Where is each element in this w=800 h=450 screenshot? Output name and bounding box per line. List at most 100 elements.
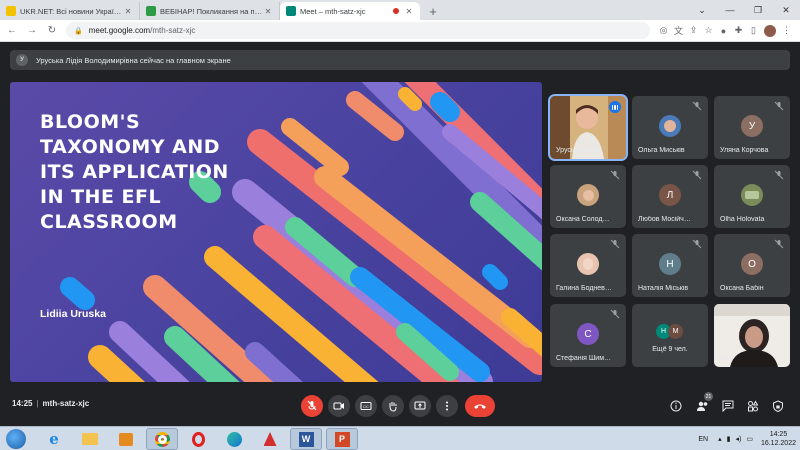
translate-icon[interactable]: 文 (671, 24, 686, 37)
present-screen-icon (414, 401, 426, 410)
svg-text:CC: CC (363, 404, 369, 409)
slide-title: BLOOM'S TAXONOMY AND ITS APPLICATION IN … (40, 111, 229, 233)
close-icon[interactable]: ✕ (263, 7, 273, 16)
more-participants-tile[interactable]: Н М Ещё 9 чел. (632, 304, 708, 367)
participant-tile[interactable]: Л Любов Мосійч… (632, 165, 708, 228)
os-taskbar: e W P EN ▴ ▮ ◂) ▭ 14:25 16.12.2022 (0, 426, 800, 450)
internet-explorer-icon[interactable]: e (38, 428, 70, 450)
participant-avatar: С (577, 323, 599, 345)
file-explorer-icon[interactable] (74, 428, 106, 450)
forward-arrow-icon[interactable]: → (24, 25, 40, 36)
pdf-reader-icon[interactable] (254, 428, 286, 450)
slide-author: Lidiia Uruska (40, 308, 106, 320)
captions-button[interactable]: CC (355, 395, 377, 417)
participant-name: Уляна Корчова (720, 147, 769, 154)
more-menu-icon[interactable]: ⋮ (779, 25, 794, 36)
participant-avatar: Л (659, 184, 681, 206)
edge-icon[interactable] (218, 428, 250, 450)
mic-off-icon (692, 101, 702, 111)
camera-toggle-button[interactable] (328, 395, 350, 417)
close-icon[interactable]: ✕ (404, 7, 414, 16)
media-player-icon[interactable] (110, 428, 142, 450)
participant-tile[interactable]: О Оксана Бабін (714, 234, 790, 297)
participant-name: Наталія Міськів (638, 285, 689, 292)
participant-avatar: О (741, 253, 763, 275)
activities-shapes-icon (748, 400, 759, 412)
activities-button[interactable] (745, 398, 761, 414)
participant-tile[interactable]: С Стефанія Шим… (550, 304, 626, 367)
participant-name: Оксана Солод… (556, 216, 610, 223)
tray-arrow-icon[interactable]: ▴ (718, 435, 722, 443)
tab-search-icon[interactable]: ⌄ (688, 5, 716, 16)
action-center-icon[interactable]: ▭ (746, 435, 753, 443)
recording-indicator-icon (393, 8, 399, 14)
more-options-button[interactable] (436, 395, 458, 417)
participant-tile[interactable]: У Уляна Корчова (714, 96, 790, 159)
maximize-icon[interactable]: ❐ (744, 5, 772, 16)
back-arrow-icon[interactable]: ← (4, 25, 20, 36)
close-icon[interactable]: ✕ (123, 7, 133, 16)
powerpoint-icon[interactable]: P (326, 428, 358, 450)
tab-webinar[interactable]: ВЕБІНАР! Покликання на прилад… ✕ (140, 2, 280, 20)
participant-tile[interactable]: Olha Holovata (714, 165, 790, 228)
profile-avatar[interactable] (764, 24, 776, 37)
extension-icon[interactable]: ● (716, 26, 731, 36)
mic-toggle-button[interactable] (301, 395, 323, 417)
tab-ukrnet[interactable]: UKR.NET: Всі новини України, ос… ✕ (0, 2, 140, 20)
taskbar-clock[interactable]: 14:25 16.12.2022 (761, 430, 796, 448)
participant-tile[interactable]: Уруська Лідія (548, 94, 628, 161)
tab-title: ВЕБІНАР! Покликання на прилад… (160, 6, 263, 16)
mic-off-icon (307, 400, 317, 411)
presenter-banner-text: Уруська Лідія Володимирівна сейчас на гл… (36, 55, 231, 65)
tab-meet[interactable]: Meet – mth-satz-xjc ✕ (280, 2, 420, 20)
presentation-slide: BLOOM'S TAXONOMY AND ITS APPLICATION IN … (10, 82, 542, 382)
share-icon[interactable]: ⇪ (686, 25, 701, 36)
participant-avatar: У (741, 115, 763, 137)
leave-call-button[interactable] (465, 395, 495, 417)
system-tray: EN ▴ ▮ ◂) ▭ 14:25 16.12.2022 (698, 429, 796, 449)
participant-tile[interactable]: Оксана Солод… (550, 165, 626, 228)
reload-icon[interactable]: ↻ (44, 25, 60, 36)
network-icon[interactable]: ▮ (727, 435, 731, 443)
chat-button[interactable] (720, 398, 736, 414)
google-lens-icon[interactable]: ◎ (656, 25, 671, 36)
address-bar[interactable]: 🔒 meet.google.com/mth-satz-xjc (66, 22, 650, 39)
language-indicator[interactable]: EN (698, 436, 708, 443)
mic-off-icon (774, 101, 784, 111)
participant-tile[interactable]: Н Наталія Міськів (632, 234, 708, 297)
raise-hand-button[interactable] (382, 395, 404, 417)
meeting-code: mth-satz-xjc (42, 399, 90, 408)
browser-toolbar: ← → ↻ 🔒 meet.google.com/mth-satz-xjc ◎ 文… (0, 20, 800, 42)
minimize-icon[interactable]: — (716, 5, 744, 15)
mic-off-icon (774, 239, 784, 249)
extensions-puzzle-icon[interactable]: ✚ (731, 25, 746, 36)
presenter-avatar: У (16, 54, 28, 66)
word-icon[interactable]: W (290, 428, 322, 450)
participant-avatar: М (668, 324, 683, 339)
participant-name: Вы (720, 355, 730, 362)
participant-name: Ольга Миськів (638, 147, 685, 154)
sidebar-icon[interactable]: ▯ (746, 25, 761, 36)
bookmark-star-icon[interactable]: ☆ (701, 25, 716, 36)
meeting-time: 14:25 (12, 399, 33, 408)
window-controls: ⌄ — ❐ ✕ (688, 0, 800, 20)
window-close-icon[interactable]: ✕ (772, 5, 800, 16)
participant-photo (577, 184, 599, 206)
opera-icon[interactable] (182, 428, 214, 450)
shield-lock-icon (773, 400, 783, 412)
present-screen-button[interactable] (409, 395, 431, 417)
chrome-icon[interactable] (146, 428, 178, 450)
meeting-details-button[interactable] (668, 398, 684, 414)
lock-icon[interactable]: 🔒 (74, 27, 83, 35)
new-tab-button[interactable]: + (424, 2, 442, 20)
tab-title: UKR.NET: Всі новини України, ос… (20, 6, 123, 16)
participant-tile[interactable]: Ольга Миськів (632, 96, 708, 159)
windows-start-button[interactable] (6, 429, 26, 449)
volume-icon[interactable]: ◂) (735, 435, 741, 443)
host-controls-button[interactable] (770, 398, 786, 414)
more-vertical-icon (446, 401, 448, 411)
participant-tile[interactable]: Галина Боднев… (550, 234, 626, 297)
self-video-tile[interactable]: Вы (714, 304, 790, 367)
participant-name: Галина Боднев… (556, 285, 612, 292)
participant-name: Любов Мосійч… (638, 216, 691, 223)
